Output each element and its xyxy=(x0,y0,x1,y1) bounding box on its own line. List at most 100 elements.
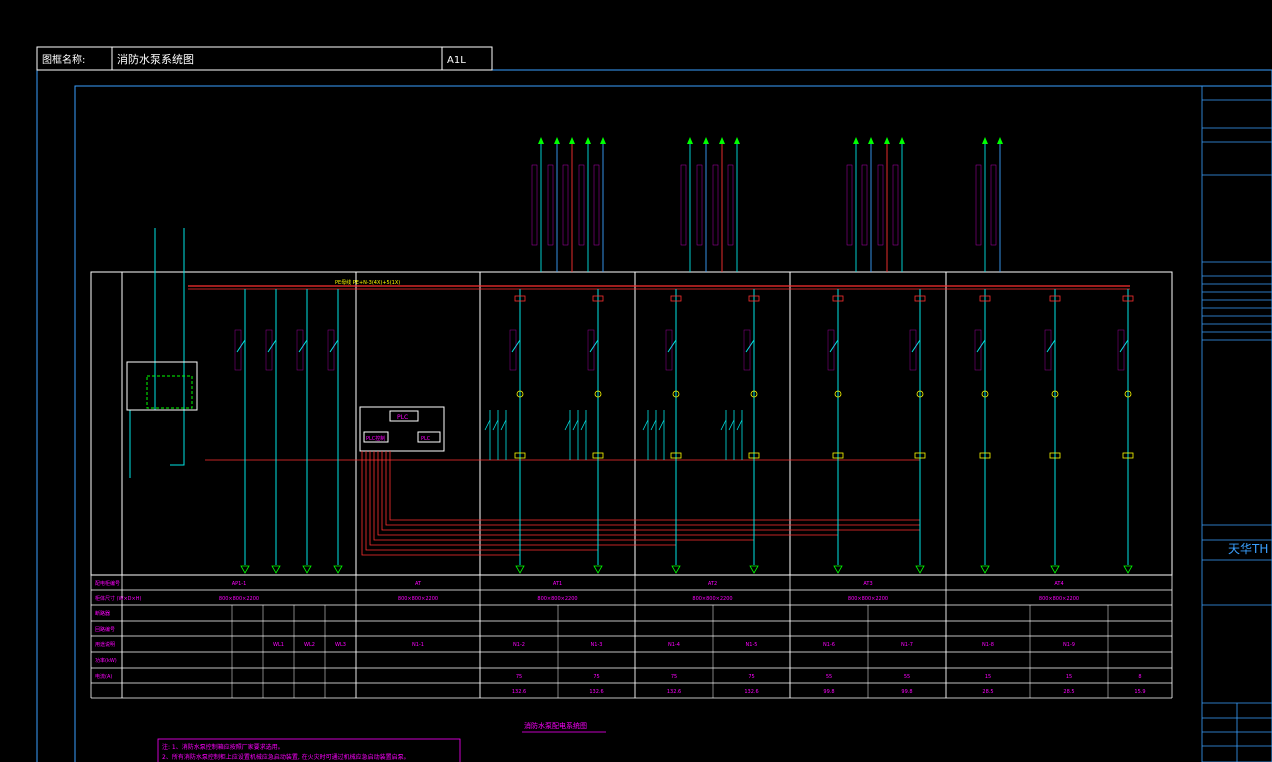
feeder-annotation xyxy=(877,164,884,246)
feeder-arrow xyxy=(703,137,709,144)
table-row-header: 电流(A) xyxy=(95,673,112,680)
feeder-arrow xyxy=(853,137,859,144)
plc-label-top: PLC xyxy=(397,414,408,421)
starter-contact xyxy=(580,419,587,431)
terminal-arrow xyxy=(1050,565,1060,574)
table-circuit-id: N1-5 xyxy=(746,642,758,648)
table-cubicle-name: AT4 xyxy=(1054,581,1063,587)
table-circuit-id: N1-2 xyxy=(513,642,525,648)
feeder-annotation xyxy=(578,164,585,246)
table-power: 75 xyxy=(671,674,677,680)
table-power: 55 xyxy=(826,674,832,680)
main-busbar: PE母线 PE+N-3(4X)+5(1X) xyxy=(188,279,1130,290)
table-row-header: 回路编号 xyxy=(95,626,115,633)
feeder-annotation xyxy=(727,164,734,246)
terminal-arrow xyxy=(980,565,990,574)
feeder-arrow xyxy=(554,137,560,144)
table-current: 99.8 xyxy=(823,689,834,695)
table-cubicle-size: 800×800×2200 xyxy=(398,596,438,602)
plc-controller: PLC PLC控制 PLC xyxy=(359,406,445,452)
feeder-annotation xyxy=(593,164,600,246)
table-power: 15 xyxy=(1066,674,1072,680)
terminal-arrow xyxy=(833,565,843,574)
feeder-annotation xyxy=(861,164,868,246)
starter-contact xyxy=(728,419,735,431)
table-circuit-id: WL2 xyxy=(304,642,315,648)
table-cubicle-name: AP1-1 xyxy=(232,581,247,587)
table-cubicle-name: AT1 xyxy=(553,581,562,587)
feeder-annotation xyxy=(846,164,853,246)
terminal-arrow xyxy=(240,565,250,574)
table-current: 28.5 xyxy=(1063,689,1074,695)
terminal-arrow xyxy=(515,565,525,574)
terminal-arrow xyxy=(749,565,759,574)
table-circuit-id: WL3 xyxy=(335,642,346,648)
starter-contact xyxy=(720,419,727,431)
feeder-arrow xyxy=(997,137,1003,144)
feeder-annotation xyxy=(696,164,703,246)
table-circuit-id: N1-4 xyxy=(668,642,680,648)
header-title: 消防水泵系统图 xyxy=(117,52,194,66)
feeder-arrow xyxy=(585,137,591,144)
starter-contact xyxy=(572,419,579,431)
table-cubicle-size: 800×800×2200 xyxy=(692,596,732,602)
terminal-arrow xyxy=(1123,565,1133,574)
right-title-block xyxy=(1201,85,1272,762)
terminal-arrow xyxy=(271,565,281,574)
plc-label-left: PLC控制 xyxy=(366,435,385,442)
table-current: 132.6 xyxy=(589,689,603,695)
drawing-frame xyxy=(36,69,1272,762)
starter-contact xyxy=(642,419,649,431)
table-row-header: 断路器 xyxy=(95,610,110,617)
table-current: 28.5 xyxy=(982,689,993,695)
table-cubicle-name: AT2 xyxy=(708,581,717,587)
table-row-header: 柜体尺寸 (W×D×H) xyxy=(95,595,141,602)
table-circuit-id: N1-9 xyxy=(1063,642,1075,648)
feeder-arrow xyxy=(719,137,725,144)
feeder-arrow xyxy=(884,137,890,144)
table-cubicle-size: 800×800×2200 xyxy=(1039,596,1079,602)
feeder-annotation xyxy=(990,164,997,246)
table-current: 15.9 xyxy=(1134,689,1145,695)
feeder-arrow xyxy=(569,137,575,144)
feeder-arrow xyxy=(600,137,606,144)
table-row-header: 配电柜编号 xyxy=(95,580,120,587)
table-current: 99.8 xyxy=(901,689,912,695)
circuit-table: 配电柜编号柜体尺寸 (W×D×H) 断路器回路编号用途说明功率(kW) 电流(A) A… xyxy=(90,574,1173,699)
table-cubicle-name: AT xyxy=(415,581,422,587)
table-power: 8 xyxy=(1138,674,1141,680)
busbar-label: PE母线 PE+N-3(4X)+5(1X) xyxy=(335,279,400,286)
feeder-arrow xyxy=(538,137,544,144)
table-cubicle-size: 800×800×2200 xyxy=(219,596,259,602)
feeder-arrow xyxy=(899,137,905,144)
table-current: 132.6 xyxy=(744,689,758,695)
header-label: 图框名称: xyxy=(42,53,85,66)
terminal-arrow xyxy=(593,565,603,574)
table-row-header: 功率(kW) xyxy=(95,657,117,664)
feeder-arrow xyxy=(868,137,874,144)
header-sheet: A1L xyxy=(447,55,466,66)
table-power: 15 xyxy=(985,674,991,680)
diagram-title: 消防水泵配电系统图 xyxy=(524,721,587,730)
feeder-annotation xyxy=(562,164,569,246)
feeder-annotation xyxy=(712,164,719,246)
table-power: 55 xyxy=(904,674,910,680)
starter-contact xyxy=(484,419,491,431)
feeder-arrow xyxy=(687,137,693,144)
titleblock-brand: 天华TH xyxy=(1228,542,1268,556)
table-power: 75 xyxy=(593,674,599,680)
feeder-annotation xyxy=(547,164,554,246)
table-circuit-id: N1-7 xyxy=(901,642,913,648)
control-wiring xyxy=(205,451,920,556)
cad-drawing-canvas: 图框名称: 消防水泵系统图 A1L 天华TH PE母线 PE+N-3(4X)+5… xyxy=(36,46,1272,762)
starter-contact xyxy=(658,419,665,431)
table-circuit-id: N1-3 xyxy=(591,642,603,648)
table-cubicle-size: 800×800×2200 xyxy=(848,596,888,602)
terminal-arrow xyxy=(333,565,343,574)
note-1: 注: 1、消防水泵控制箱应按照厂家要求选用。 xyxy=(162,743,284,751)
table-current: 132.6 xyxy=(512,689,526,695)
terminal-arrow xyxy=(671,565,681,574)
table-cubicle-size: 800×800×2200 xyxy=(537,596,577,602)
table-circuit-id: N1-8 xyxy=(982,642,994,648)
table-power: 75 xyxy=(748,674,754,680)
